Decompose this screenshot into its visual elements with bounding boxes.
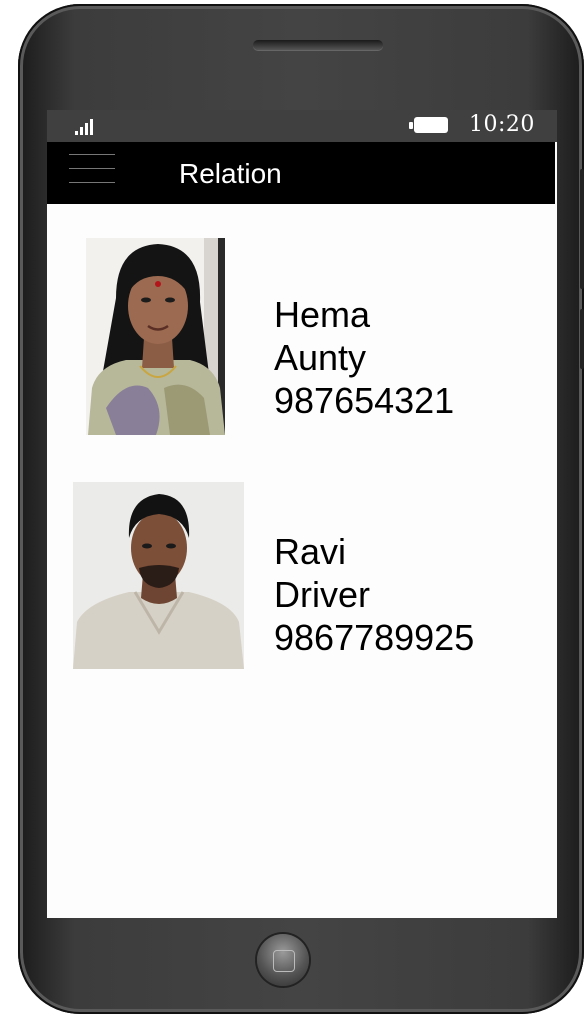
app-bar: Relation — [47, 142, 555, 204]
earpiece-speaker — [253, 40, 383, 50]
home-square-icon — [273, 950, 295, 972]
contact-item-ravi[interactable]: Ravi Driver 9867789925 — [47, 482, 557, 670]
home-button[interactable] — [257, 934, 309, 986]
contact-name: Hema — [274, 294, 371, 335]
contact-relation: Aunty — [274, 337, 367, 378]
contact-info-hema: Hema Aunty 987654321 — [274, 293, 454, 422]
contact-photo-ravi — [73, 482, 244, 669]
status-bar: 10:20 — [47, 110, 557, 142]
hamburger-menu-icon[interactable] — [69, 150, 117, 190]
status-time: 10:20 — [469, 112, 535, 137]
contact-phone[interactable]: 9867789925 — [274, 616, 474, 659]
contact-name: Ravi — [274, 531, 347, 572]
contact-phone[interactable]: 987654321 — [274, 379, 454, 422]
phone-screen: 10:20 Relation Hema Aunty 987654321 Ravi… — [47, 110, 557, 918]
signal-strength-icon — [75, 119, 97, 135]
side-button-volume — [580, 169, 584, 289]
contact-photo-hema — [86, 238, 225, 435]
contact-relation: Driver — [274, 574, 370, 615]
page-title: Relation — [179, 158, 282, 189]
contact-item-hema[interactable]: Hema Aunty 987654321 — [47, 235, 557, 435]
battery-icon — [409, 117, 449, 133]
contact-info-ravi: Ravi Driver 9867789925 — [274, 530, 474, 659]
side-button-power — [580, 309, 584, 369]
